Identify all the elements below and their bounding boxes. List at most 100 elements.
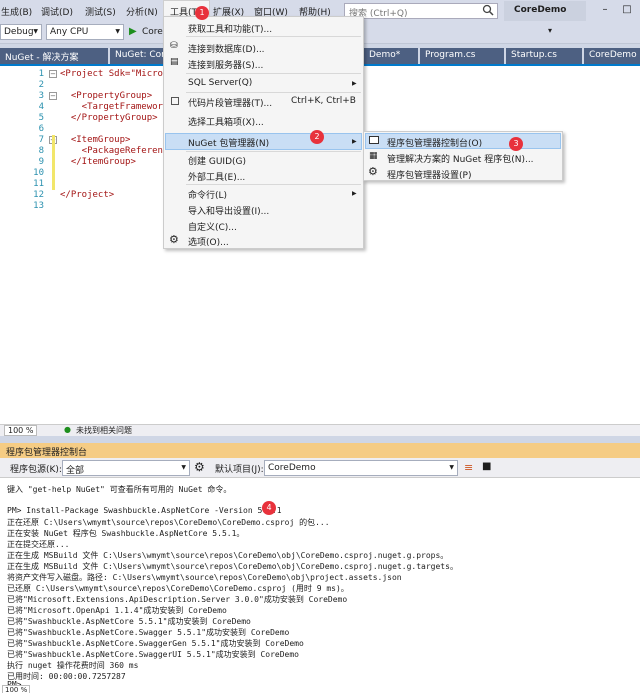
submenu-item-manage-packages[interactable]: 管理解决方案的 NuGet 程序包(N)...: [387, 152, 534, 165]
menu-debug[interactable]: 调试(D): [41, 5, 73, 18]
menu-separator: [186, 36, 361, 37]
nuget-submenu: 程序包管理器控制台(O) ▦ 管理解决方案的 NuGet 程序包(N)... ⚙…: [363, 131, 563, 181]
editor-status-bar: 100 % ● 未找到相关问题: [0, 424, 640, 436]
line-number: 1: [38, 69, 44, 79]
menu-item-get-tools[interactable]: 获取工具和功能(T)...: [188, 22, 272, 35]
config-combo[interactable]: Debug ▼: [0, 24, 42, 40]
menu-item-external-tools[interactable]: 外部工具(E)...: [188, 170, 245, 183]
tab-coredemo[interactable]: CoreDemo: [584, 48, 640, 64]
platform-combo[interactable]: Any CPU ▼: [46, 24, 124, 40]
console-line: 已用时间: 00:00:00.7257287: [7, 672, 126, 681]
line-number: 6: [38, 124, 44, 134]
database-connect-icon: ⛁: [170, 41, 178, 51]
console-line: PM> Install-Package Swashbuckle.AspNetCo…: [7, 506, 282, 515]
tools-dropdown-menu: 获取工具和功能(T)... ⛁ 连接到数据库(D)... ▤ 连接到服务器(S)…: [163, 16, 364, 249]
console-line: 正在生成 MSBuild 文件 C:\Users\wmymt\source\re…: [7, 562, 458, 571]
menu-separator: [186, 184, 361, 185]
menu-build[interactable]: 生成(B): [1, 5, 32, 18]
line-number: 8: [38, 146, 44, 156]
step-badge: 2: [310, 130, 324, 144]
step-badge: 1: [195, 6, 209, 20]
menu-item-create-guid[interactable]: 创建 GUID(G): [188, 154, 246, 167]
chevron-down-icon: ▼: [33, 28, 38, 35]
menu-item-choose-toolbox[interactable]: 选择工具箱项(X)...: [188, 115, 264, 128]
menu-item-sql-server[interactable]: SQL Server(Q): [188, 78, 252, 88]
search-input[interactable]: 搜索 (Ctrl+Q): [344, 3, 498, 19]
default-project-combo[interactable]: CoreDemo ▼: [264, 460, 458, 476]
console-line: 将资产文件写入磁盘。路径: C:\Users\wmymt\source\repo…: [7, 573, 402, 582]
minimize-icon[interactable]: –: [596, 0, 614, 20]
tab-program-cs[interactable]: Program.cs: [420, 48, 504, 64]
overflow-icon[interactable]: ▾: [548, 26, 552, 35]
tab-nuget-core[interactable]: NuGet: Core: [110, 48, 164, 64]
change-marker: [52, 146, 55, 157]
menu-test[interactable]: 测试(S): [85, 5, 116, 18]
package-source-value: 全部: [66, 466, 85, 476]
issues-label: 未找到相关问题: [76, 426, 132, 435]
line-number: 5: [38, 113, 44, 123]
line-number: 2: [38, 80, 44, 90]
run-target-label[interactable]: Core: [142, 27, 163, 37]
menu-analyze[interactable]: 分析(N): [126, 5, 158, 18]
menu-item-options[interactable]: 选项(O)...: [188, 235, 229, 248]
menu-separator: [186, 92, 361, 93]
editor-zoom-combo[interactable]: 100 %: [4, 425, 38, 436]
change-marker: [52, 157, 55, 168]
tab-startup-cs[interactable]: Startup.cs: [506, 48, 582, 64]
code-line: <TargetFramework>n: [60, 102, 180, 112]
menu-item-connect-database[interactable]: 连接到数据库(D)...: [188, 42, 265, 55]
tab-coredemo-csproj[interactable]: Demo*: [364, 48, 418, 64]
menu-item-customize[interactable]: 自定义(C)...: [188, 220, 237, 233]
console-icon: [369, 136, 379, 144]
fold-toggle-icon[interactable]: −: [49, 92, 57, 100]
package-source-combo[interactable]: 全部 ▼: [62, 460, 190, 476]
menu-separator: [186, 151, 361, 152]
code-line: <ItemGroup>: [60, 135, 131, 145]
code-line: </ItemGroup>: [60, 157, 136, 167]
menu-item-import-export[interactable]: 导入和导出设置(I)...: [188, 204, 269, 217]
pmc-toolbar: 程序包源(K): 全部 ▼ ⚙ 默认项目(J): CoreDemo ▼ ≡ ■: [0, 458, 640, 478]
code-line: <Project Sdk="Microsof: [60, 69, 180, 79]
change-marker: [52, 179, 55, 190]
search-icon[interactable]: [482, 4, 494, 16]
code-line: </Project>: [60, 190, 115, 200]
submenu-arrow-icon: ▶: [352, 190, 357, 197]
tab-label: Startup.cs: [511, 50, 557, 60]
clear-console-icon[interactable]: ≡: [464, 461, 473, 474]
menu-item-nuget[interactable]: NuGet 包管理器(N): [188, 136, 269, 149]
menu-item-command-line[interactable]: 命令行(L): [188, 188, 227, 201]
gear-icon[interactable]: ⚙: [194, 460, 205, 474]
submenu-item-package-settings[interactable]: 程序包管理器设置(P): [387, 168, 471, 181]
console-output[interactable]: 键入 "get-help NuGet" 可查看所有可用的 NuGet 命令。 P…: [0, 478, 640, 693]
submenu-item-package-console[interactable]: 程序包管理器控制台(O): [387, 136, 482, 149]
menu-separator: [186, 73, 361, 74]
line-number: 11: [33, 179, 44, 189]
platform-value: Any CPU: [50, 27, 89, 37]
pmc-title: 程序包管理器控制台: [6, 448, 88, 458]
run-icon[interactable]: ▶: [129, 26, 137, 37]
tab-label: CoreDemo: [589, 50, 637, 60]
gear-icon: ⚙: [169, 233, 179, 246]
code-line: <PropertyGroup>: [60, 91, 153, 101]
console-line: 正在还原 C:\Users\wmymt\source\repos\CoreDem…: [7, 518, 330, 527]
line-number: 12: [33, 190, 44, 200]
menu-item-connect-server[interactable]: 连接到服务器(S)...: [188, 58, 263, 71]
tab-nuget-solution[interactable]: NuGet - 解决方案: [0, 48, 108, 64]
package-manage-icon: ▦: [369, 151, 378, 161]
fold-toggle-icon[interactable]: −: [49, 70, 57, 78]
maximize-icon[interactable]: □: [618, 0, 636, 20]
console-line: 已将"Swashbuckle.AspNetCore 5.5.1"成功安装到 Co…: [7, 617, 251, 626]
console-line: 执行 nuget 操作花费时间 360 ms: [7, 661, 139, 670]
server-connect-icon: ▤: [170, 57, 179, 67]
code-line: </PropertyGroup>: [60, 113, 158, 123]
stop-icon[interactable]: ■: [482, 461, 491, 472]
menu-item-snippet-manager[interactable]: 代码片段管理器(T)...: [188, 96, 272, 109]
project-name-label: CoreDemo: [504, 1, 586, 21]
tab-label: NuGet - 解决方案: [5, 53, 79, 63]
config-value: Debug: [4, 27, 34, 37]
console-zoom-combo[interactable]: 100 %: [2, 685, 31, 693]
change-marker: [52, 168, 55, 179]
check-icon: ●: [64, 425, 71, 434]
console-line: 正在提交还原...: [7, 540, 70, 549]
console-line: 已还原 C:\Users\wmymt\source\repos\CoreDemo…: [7, 584, 349, 593]
